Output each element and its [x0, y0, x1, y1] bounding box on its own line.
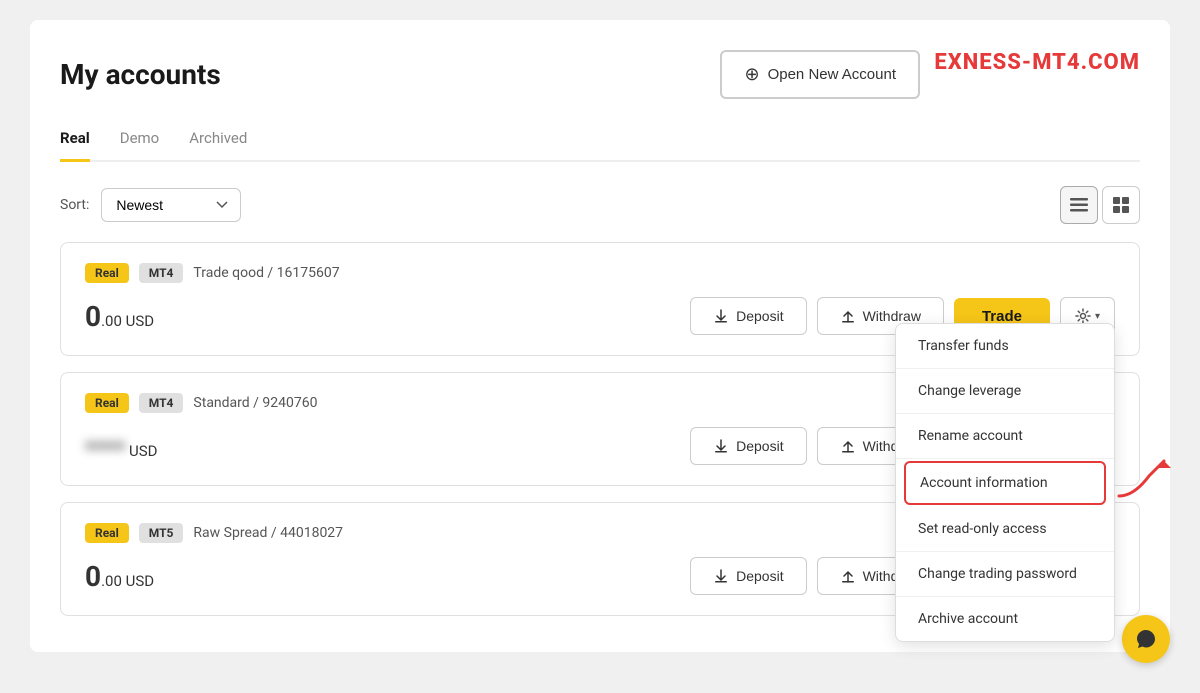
branding-logo: EXNESS-MT4.COM — [934, 50, 1140, 75]
account-name-2: Standard / 9240760 — [193, 395, 317, 411]
list-icon — [1070, 198, 1088, 212]
page-title: My accounts — [60, 58, 221, 91]
account-name-1: Trade qood / 16175607 — [193, 265, 339, 281]
badge-real-1: Real — [85, 263, 129, 283]
withdraw-icon-3 — [840, 568, 856, 584]
account-card-1: Real MT4 Trade qood / 16175607 0.00 USD … — [60, 242, 1140, 356]
tab-archived[interactable]: Archived — [189, 119, 247, 162]
gear-icon-1 — [1075, 308, 1091, 324]
dropdown-change-leverage[interactable]: Change leverage — [896, 369, 1114, 414]
tabs-row: Real Demo Archived — [60, 119, 1140, 162]
dropdown-change-password[interactable]: Change trading password — [896, 552, 1114, 597]
dropdown-account-information[interactable]: Account information — [904, 461, 1106, 505]
dropdown-archive-account[interactable]: Archive account — [896, 597, 1114, 641]
withdraw-icon-2 — [840, 438, 856, 454]
deposit-icon-2 — [713, 438, 729, 454]
badge-mt5-3: MT5 — [139, 523, 184, 543]
account-balance-1: 0.00 USD — [85, 300, 154, 333]
dropdown-set-readonly[interactable]: Set read-only access — [896, 507, 1114, 552]
dropdown-menu: Transfer funds Change leverage Rename ac… — [895, 323, 1115, 642]
badge-real-3: Real — [85, 523, 129, 543]
badge-mt4-1: MT4 — [139, 263, 184, 283]
withdraw-icon-1 — [840, 308, 856, 324]
badge-mt4-2: MT4 — [139, 393, 184, 413]
sort-select[interactable]: Newest Oldest — [101, 188, 241, 222]
badge-real-2: Real — [85, 393, 129, 413]
grid-view-button[interactable] — [1102, 186, 1140, 224]
account-balance-3: 0.00 USD — [85, 560, 154, 593]
chat-button[interactable] — [1122, 615, 1170, 663]
open-new-account-button[interactable]: ⊕ Open New Account — [720, 50, 920, 99]
dropdown-rename-account[interactable]: Rename account — [896, 414, 1114, 459]
chat-icon — [1135, 628, 1157, 650]
deposit-button-2[interactable]: Deposit — [690, 427, 806, 465]
plus-icon: ⊕ — [744, 64, 759, 85]
dropdown-transfer-funds[interactable]: Transfer funds — [896, 324, 1114, 369]
deposit-button-1[interactable]: Deposit — [690, 297, 806, 335]
deposit-icon-1 — [713, 308, 729, 324]
sort-label: Sort: — [60, 197, 89, 213]
view-toggle — [1060, 186, 1140, 224]
tab-real[interactable]: Real — [60, 119, 90, 162]
grid-icon — [1113, 197, 1129, 213]
account-balance-2: •••• USD — [85, 430, 157, 463]
list-view-button[interactable] — [1060, 186, 1098, 224]
account-name-3: Raw Spread / 44018027 — [193, 525, 343, 541]
deposit-button-3[interactable]: Deposit — [690, 557, 806, 595]
tab-demo[interactable]: Demo — [120, 119, 160, 162]
gear-chevron-1: ▾ — [1095, 311, 1100, 322]
deposit-icon-3 — [713, 568, 729, 584]
